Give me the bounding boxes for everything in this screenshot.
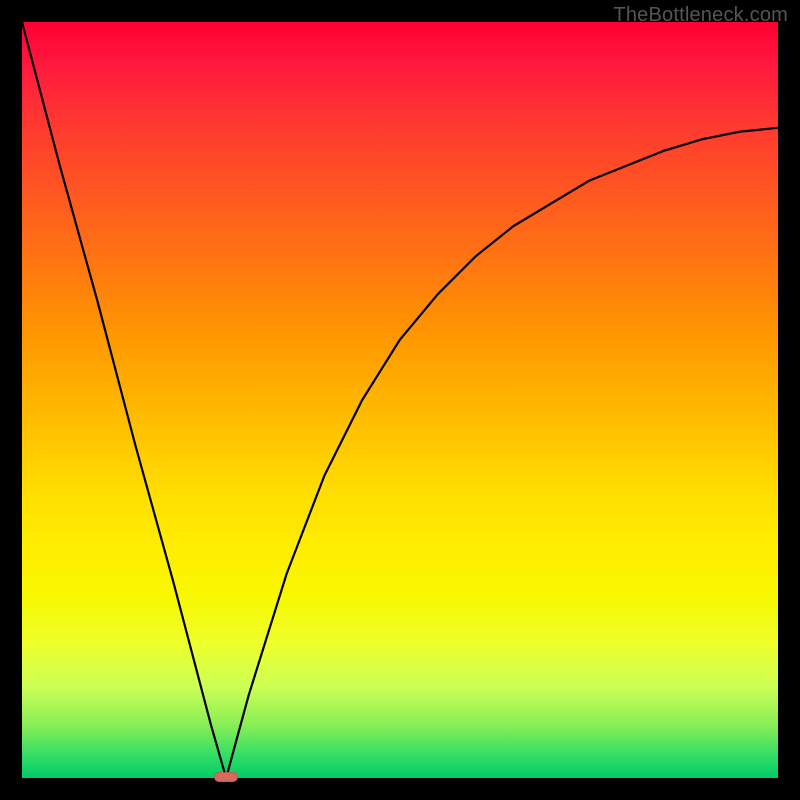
cusp-marker	[214, 772, 238, 782]
curve-path	[22, 22, 778, 778]
plot-area	[22, 22, 778, 778]
chart-frame: TheBottleneck.com	[0, 0, 800, 800]
watermark-text: TheBottleneck.com	[613, 4, 788, 27]
bottleneck-curve	[22, 22, 778, 778]
